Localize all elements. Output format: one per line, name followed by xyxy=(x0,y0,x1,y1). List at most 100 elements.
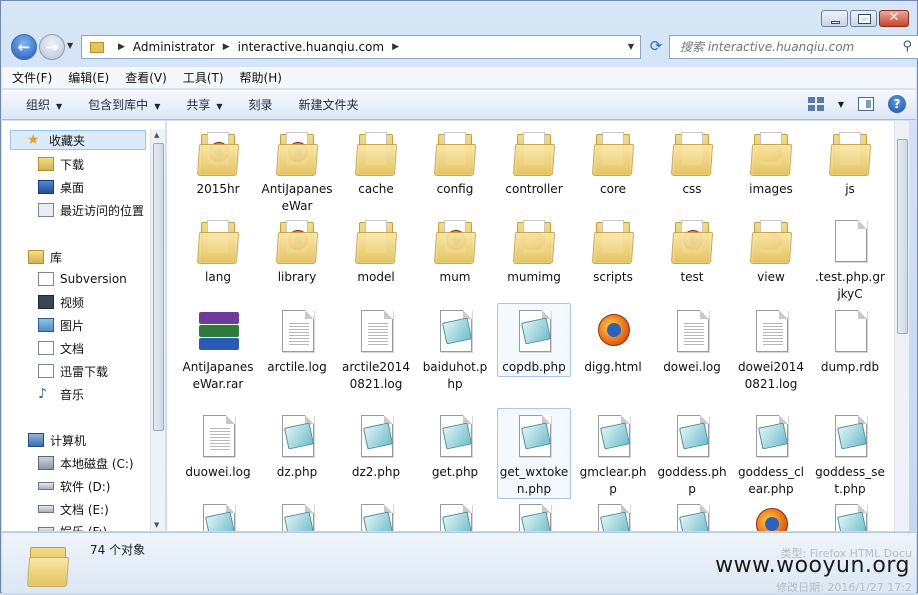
nav-thunder[interactable]: 迅雷下载 xyxy=(38,361,108,381)
recent-pages-dropdown[interactable]: ▼ xyxy=(67,41,73,50)
file-item[interactable]: dz.php xyxy=(260,408,334,482)
file-item[interactable] xyxy=(576,497,650,531)
address-dropdown-icon[interactable]: ▼ xyxy=(628,42,634,51)
file-scroll-thumb[interactable] xyxy=(897,139,908,334)
menu-tools[interactable]: 工具(T) xyxy=(183,69,224,86)
file-item[interactable]: digg.html xyxy=(576,303,650,377)
file-item[interactable]: get.php xyxy=(418,408,492,482)
file-item[interactable]: .test.php.grjkyC xyxy=(813,213,887,304)
nav-libraries[interactable]: 库 xyxy=(28,247,62,267)
file-item[interactable]: goddess.php xyxy=(655,408,729,499)
menu-help[interactable]: 帮助(H) xyxy=(240,69,282,86)
search-box[interactable]: ⚲ xyxy=(669,35,918,59)
help-icon[interactable]: ? xyxy=(888,95,906,113)
file-item[interactable]: 2015hr xyxy=(181,125,255,199)
nav-drive-d[interactable]: 软件 (D:) xyxy=(38,476,110,496)
nav-pictures[interactable]: 图片 xyxy=(38,315,84,335)
file-item[interactable]: config xyxy=(418,125,492,199)
file-item[interactable]: arctile20140821.log xyxy=(339,303,413,394)
organize-button[interactable]: 组织 ▼ xyxy=(26,96,62,113)
maximize-button[interactable] xyxy=(850,10,877,27)
nav-drive-e[interactable]: 文档 (E:) xyxy=(38,499,109,519)
close-button[interactable]: ✕ xyxy=(879,10,909,27)
file-item[interactable]: test xyxy=(655,213,729,287)
nav-subversion[interactable]: Subversion xyxy=(38,269,127,289)
file-item[interactable]: model xyxy=(339,213,413,287)
file-item[interactable]: goddess_clear.php xyxy=(734,408,808,499)
file-item[interactable]: arctile.log xyxy=(260,303,334,377)
file-item[interactable]: mumimg xyxy=(497,213,571,287)
nav-desktop[interactable]: 桌面 xyxy=(38,177,84,197)
file-item[interactable]: library xyxy=(260,213,334,287)
burn-button[interactable]: 刻录 xyxy=(249,96,273,113)
share-button[interactable]: 共享 ▼ xyxy=(186,96,222,113)
file-item[interactable] xyxy=(339,497,413,531)
file-item[interactable]: core xyxy=(576,125,650,199)
file-item[interactable]: dz2.php xyxy=(339,408,413,482)
search-icon[interactable]: ⚲ xyxy=(902,39,912,54)
forward-button[interactable]: → xyxy=(39,34,65,60)
nav-favorites[interactable]: ★ 收藏夹 xyxy=(10,130,146,150)
menu-view[interactable]: 查看(V) xyxy=(125,69,167,86)
file-item[interactable]: scripts xyxy=(576,213,650,287)
file-item[interactable]: dump.rdb xyxy=(813,303,887,377)
breadcrumb-administrator[interactable]: Administrator xyxy=(133,40,215,54)
file-item[interactable]: lang xyxy=(181,213,255,287)
include-library-button[interactable]: 包含到库中 ▼ xyxy=(88,96,160,113)
file-item[interactable]: dowei20140821.log xyxy=(734,303,808,394)
change-view-icon[interactable] xyxy=(807,97,824,111)
file-item[interactable] xyxy=(181,497,255,531)
file-item[interactable]: cache xyxy=(339,125,413,199)
file-item[interactable]: view xyxy=(734,213,808,287)
search-input[interactable] xyxy=(678,39,888,55)
file-item[interactable]: gmclear.php xyxy=(576,408,650,499)
file-item[interactable] xyxy=(260,497,334,531)
nav-drive-c[interactable]: 本地磁盘 (C:) xyxy=(38,453,134,473)
nav-recent[interactable]: 最近访问的位置 xyxy=(38,200,144,220)
item-count: 74 个对象 xyxy=(90,543,146,557)
file-item[interactable]: mum xyxy=(418,213,492,287)
file-item[interactable]: baiduhot.php xyxy=(418,303,492,394)
file-item[interactable]: copdb.php xyxy=(497,303,571,377)
file-item[interactable] xyxy=(813,497,887,531)
file-item[interactable] xyxy=(497,497,571,531)
file-item[interactable] xyxy=(655,497,729,531)
new-folder-button[interactable]: 新建文件夹 xyxy=(299,96,359,113)
file-item[interactable]: duowei.log xyxy=(181,408,255,482)
scroll-up-icon[interactable]: ▲ xyxy=(154,131,159,139)
breadcrumb-interactive[interactable]: interactive.huanqiu.com xyxy=(238,40,384,54)
file-item[interactable] xyxy=(418,497,492,531)
file-item[interactable]: images xyxy=(734,125,808,199)
nav-music[interactable]: ♪ 音乐 xyxy=(38,384,84,404)
file-item[interactable] xyxy=(734,497,808,531)
back-button[interactable]: ← xyxy=(11,34,37,60)
nav-computer[interactable]: 计算机 xyxy=(28,430,86,450)
menu-edit[interactable]: 编辑(E) xyxy=(68,69,109,86)
file-item[interactable]: js xyxy=(813,125,887,199)
menu-file[interactable]: 文件(F) xyxy=(12,69,52,86)
chevron-right-icon[interactable]: ▶ xyxy=(223,42,230,52)
nav-videos[interactable]: 视频 xyxy=(38,292,84,312)
nav-drive-f[interactable]: 娱乐 (F:) xyxy=(38,521,107,531)
address-bar[interactable]: ▶ Administrator ▶ interactive.huanqiu.co… xyxy=(81,35,641,59)
nav-documents[interactable]: 文档 xyxy=(38,338,84,358)
chevron-right-icon[interactable]: ▶ xyxy=(118,42,125,52)
file-item[interactable]: AntiJapaneseWar.rar xyxy=(181,303,255,394)
minimize-button[interactable] xyxy=(821,10,848,27)
nav-scrollbar[interactable]: ▲ ▼ xyxy=(150,129,165,531)
chevron-right-icon[interactable]: ▶ xyxy=(392,42,399,52)
file-item[interactable]: AntiJapaneseWar xyxy=(260,125,334,216)
scroll-down-icon[interactable]: ▼ xyxy=(154,521,159,529)
refresh-icon[interactable]: ⟳ xyxy=(646,37,666,57)
file-item[interactable]: dowei.log xyxy=(655,303,729,377)
file-item[interactable]: get_wxtoken.php xyxy=(497,408,571,499)
file-item[interactable]: controller xyxy=(497,125,571,199)
preview-pane-icon[interactable] xyxy=(858,97,874,111)
file-scrollbar[interactable] xyxy=(894,121,909,531)
file-item[interactable]: css xyxy=(655,125,729,199)
folder-icon xyxy=(590,218,636,266)
file-item[interactable]: goddess_set.php xyxy=(813,408,887,499)
nav-scroll-thumb[interactable] xyxy=(153,143,164,431)
nav-downloads[interactable]: 下载 xyxy=(38,154,84,174)
chevron-down-icon[interactable]: ▼ xyxy=(838,100,844,109)
